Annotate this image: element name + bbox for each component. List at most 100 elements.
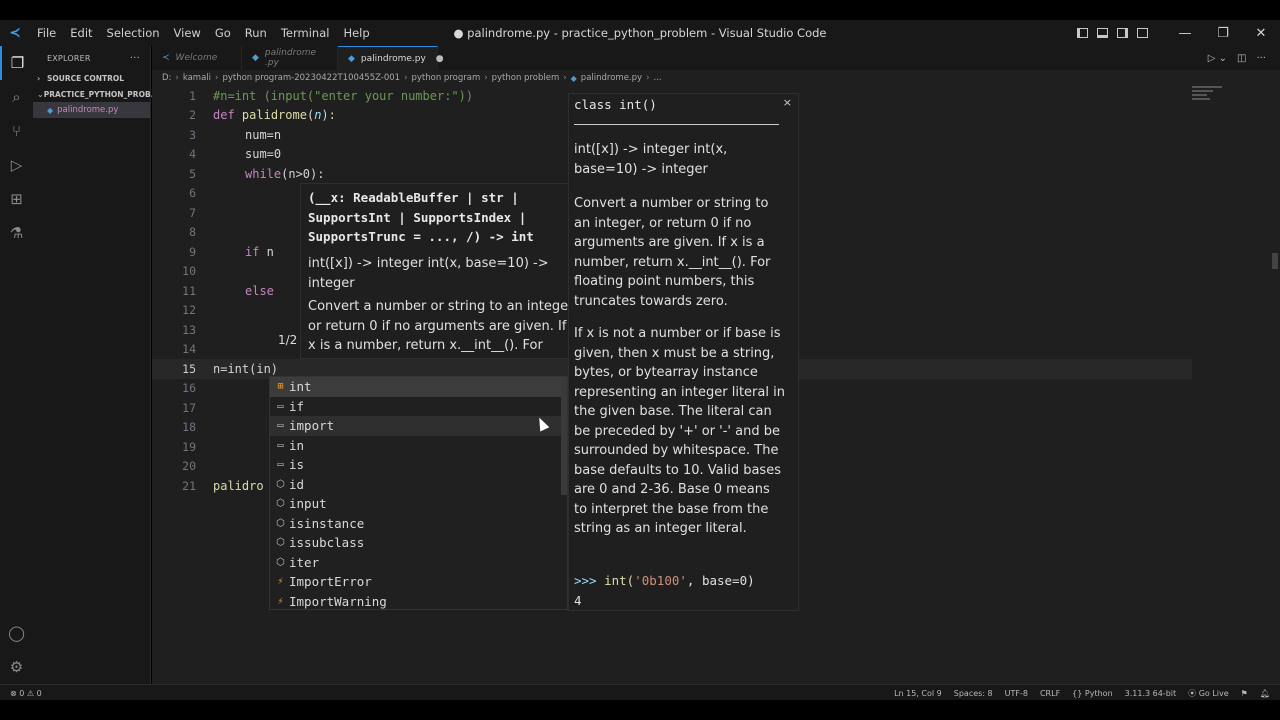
line-number: 12 — [182, 303, 196, 318]
suggestion-item[interactable]: ⊞ int — [270, 377, 567, 397]
close-icon[interactable]: × — [783, 96, 792, 109]
suggestion-item[interactable]: ⬡ input — [270, 494, 567, 514]
suggestion-label: isinstance — [289, 515, 365, 531]
suggestion-item[interactable]: ⬡ issubclass — [270, 533, 567, 553]
problems-indicator[interactable]: ⊗ 0 ⚠ 0 — [10, 689, 42, 698]
encoding[interactable]: UTF-8 — [1005, 689, 1028, 698]
file-item-label: palindrome.py — [57, 105, 119, 115]
suggestion-label: issubclass — [289, 535, 365, 551]
suggestion-item[interactable]: ⚡ ImportError — [270, 572, 567, 592]
more-actions-icon[interactable]: ··· — [130, 53, 140, 64]
activity-bar: ❐ ⌕ ⑂ ▷ ⊞ ⚗ ◯ ⚙ — [0, 46, 33, 684]
menu-edit[interactable]: Edit — [63, 20, 99, 46]
feedback-icon[interactable]: ⚑ — [1241, 689, 1248, 698]
breadcrumb-item[interactable]: python program — [412, 73, 481, 83]
source-control-section[interactable]: › SOURCE CONTROL — [33, 70, 150, 86]
title-bar: ≺ File Edit Selection View Go Run Termin… — [0, 20, 1280, 46]
line-number: 5 — [189, 166, 196, 181]
breadcrumb-separator: › — [563, 73, 567, 83]
breadcrumb-item[interactable]: D: — [162, 73, 171, 83]
explorer-icon[interactable]: ❐ — [0, 46, 33, 80]
run-debug-icon[interactable]: ▷ — [0, 148, 33, 182]
toggle-secondary-sidebar-icon[interactable] — [1112, 20, 1132, 46]
customize-layout-icon[interactable] — [1132, 20, 1152, 46]
search-icon[interactable]: ⌕ — [0, 80, 33, 114]
menu-go[interactable]: Go — [208, 20, 238, 46]
explorer-header: EXPLORER ··· — [33, 46, 150, 70]
minimize-button[interactable]: — — [1166, 20, 1204, 46]
extensions-icon[interactable]: ⊞ — [0, 182, 33, 216]
suggest-scrollbar[interactable] — [561, 377, 567, 495]
line-number: 14 — [182, 342, 196, 357]
suggestion-item[interactable]: ⬡ iter — [270, 553, 567, 573]
tab-palindrome[interactable]: ◆ palindrome.py ● — [338, 46, 444, 70]
workspace-folder[interactable]: ⌄ PRACTICE_PYTHON_PROB... — [33, 86, 159, 102]
suggestion-item[interactable]: ▭ is — [270, 455, 567, 475]
minimap[interactable] — [1192, 86, 1222, 116]
suggestion-item[interactable]: ▭ in — [270, 436, 567, 456]
function-icon: ⬡ — [276, 556, 285, 568]
end-of-line[interactable]: CRLF — [1040, 689, 1060, 698]
notifications-bell-icon[interactable]: 🔔︎ — [1260, 689, 1270, 698]
source-control-icon[interactable]: ⑂ — [0, 114, 33, 148]
docs-paragraph: Convert a number or string to an integer… — [574, 196, 771, 309]
suggestion-item[interactable]: ⬡ id — [270, 475, 567, 495]
run-python-icon[interactable]: ▷ ⌄ — [1208, 53, 1227, 64]
param-token: n — [314, 108, 322, 123]
file-item-palindrome[interactable]: ◆ palindrome.py — [33, 102, 150, 118]
breadcrumb-item[interactable]: palindrome.py — [581, 73, 642, 83]
chevron-down-icon: ⌄ — [37, 89, 44, 99]
suggestion-label: int — [289, 379, 312, 395]
line-number: 4 — [189, 147, 196, 162]
split-editor-icon[interactable]: ◫ — [1237, 53, 1246, 64]
close-button[interactable]: ✕ — [1242, 20, 1280, 46]
menu-view[interactable]: View — [167, 20, 208, 46]
code-text: num=n — [245, 127, 282, 142]
menu-file[interactable]: File — [30, 20, 63, 46]
line-number: 17 — [182, 400, 196, 415]
suggestion-item[interactable]: ▭ if — [270, 397, 567, 417]
breadcrumb-item[interactable]: python program-20230422T100455Z-001 — [222, 73, 400, 83]
language-mode[interactable]: {} Python — [1072, 689, 1112, 698]
line-number: 1 — [189, 88, 196, 103]
breadcrumb-item[interactable]: kamali — [183, 73, 211, 83]
suggestion-item[interactable]: ⬡ isinstance — [270, 514, 567, 534]
signature-help-popup: (__x: ReadableBuffer | str | SupportsInt… — [300, 183, 572, 359]
suggestion-label: if — [289, 398, 305, 414]
tab-welcome[interactable]: ≺ Welcome — [152, 46, 242, 70]
tab-palindrome-space[interactable]: ◆ palindrome .py — [242, 46, 338, 70]
cursor-position[interactable]: Ln 15, Col 9 — [894, 689, 942, 698]
account-icon[interactable]: ◯ — [0, 616, 33, 650]
menu-help[interactable]: Help — [336, 20, 376, 46]
maximize-button[interactable]: ❐ — [1204, 20, 1242, 46]
python-interpreter[interactable]: 3.11.3 64-bit — [1125, 689, 1177, 698]
breadcrumb-item[interactable]: ... — [653, 73, 661, 83]
breadcrumb-separator: › — [484, 73, 488, 83]
go-live-button[interactable]: ⦿ Go Live — [1188, 688, 1229, 699]
suggestion-item[interactable]: ⚡ ImportWarning — [270, 592, 567, 612]
line-number: 10 — [182, 264, 196, 279]
python-file-icon: ◆ — [348, 53, 355, 64]
line-number: 15 — [182, 361, 196, 376]
toggle-panel-icon[interactable] — [1092, 20, 1112, 46]
letterbox-top — [0, 0, 1280, 20]
toggle-sidebar-icon[interactable] — [1072, 20, 1092, 46]
signature-description: Convert a number or string to an integer… — [308, 299, 572, 358]
menu-terminal[interactable]: Terminal — [274, 20, 337, 46]
more-actions-icon[interactable]: ··· — [1256, 53, 1266, 64]
function-icon: ⬡ — [276, 478, 285, 490]
manage-gear-icon[interactable]: ⚙ — [0, 650, 33, 684]
breadcrumb-item[interactable]: python problem — [492, 73, 560, 83]
code-text: #n=int (input("enter your number:")) — [213, 88, 474, 103]
suggestion-item[interactable]: ▭ import — [270, 416, 567, 436]
signature-overload-counter[interactable]: 1/2 — [278, 333, 297, 347]
menu-run[interactable]: Run — [238, 20, 274, 46]
line-number: 16 — [182, 381, 196, 396]
braces-icon: {} — [1072, 688, 1085, 698]
editor-scrollbar[interactable] — [1272, 253, 1278, 269]
docs-title: class int() — [574, 97, 657, 112]
menu-selection[interactable]: Selection — [100, 20, 167, 46]
indentation[interactable]: Spaces: 8 — [954, 689, 993, 698]
testing-icon[interactable]: ⚗ — [0, 216, 33, 250]
unsaved-dot-icon[interactable]: ● — [436, 54, 444, 64]
